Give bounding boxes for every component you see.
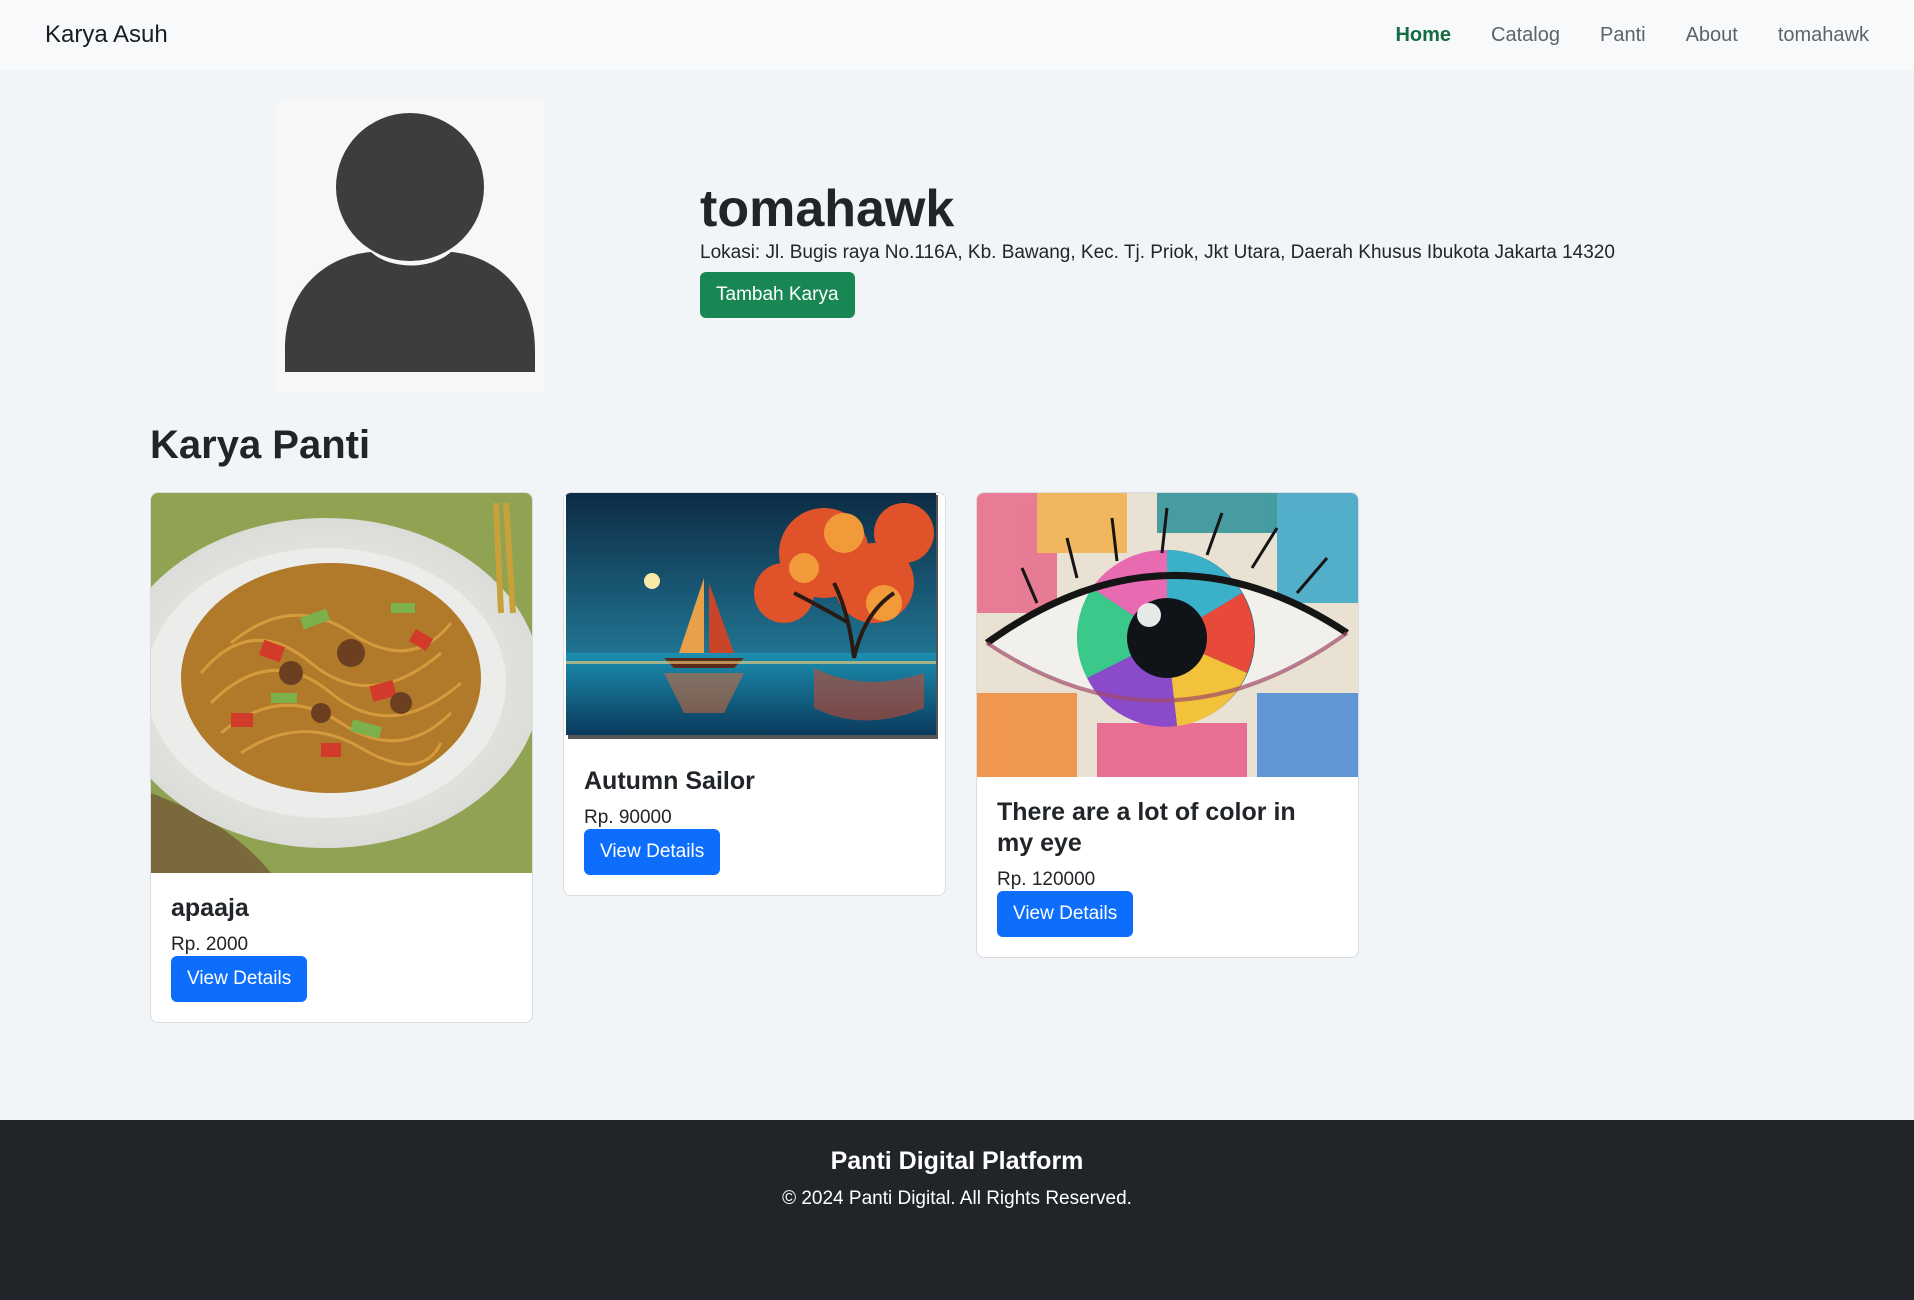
nav-catalog[interactable]: Catalog xyxy=(1471,24,1580,47)
add-artwork-button[interactable]: Tambah Karya xyxy=(700,272,855,318)
view-details-button[interactable]: View Details xyxy=(171,956,308,1002)
colorful-eye-painting-image[interactable] xyxy=(977,493,1358,777)
navbar: Karya Asuh Home Catalog Panti About toma… xyxy=(0,0,1914,70)
view-details-button[interactable]: View Details xyxy=(584,829,721,875)
profile-avatar xyxy=(276,100,544,392)
view-details-button[interactable]: View Details xyxy=(997,891,1134,937)
user-silhouette-icon xyxy=(276,100,544,392)
nav-links: Home Catalog Panti About tomahawk xyxy=(1375,24,1869,47)
nav-about[interactable]: About xyxy=(1666,24,1758,47)
brand-logo[interactable]: Karya Asuh xyxy=(45,21,168,49)
card-price: Rp. 90000 xyxy=(584,807,672,828)
footer-copyright: © 2024 Panti Digital. All Rights Reserve… xyxy=(782,1188,1132,1209)
nav-panti[interactable]: Panti xyxy=(1580,24,1666,47)
nav-home[interactable]: Home xyxy=(1375,24,1471,47)
artwork-card: There are a lot of color in my eye Rp. 1… xyxy=(976,492,1359,958)
card-body: apaaja Rp. 2000 View Details xyxy=(151,873,532,1022)
artwork-card: apaaja Rp. 2000 View Details xyxy=(150,492,533,1023)
section-title: Karya Panti xyxy=(150,423,371,467)
profile-info: tomahawk Lokasi: Jl. Bugis raya No.116A,… xyxy=(700,178,1615,318)
profile-location: Lokasi: Jl. Bugis raya No.116A, Kb. Bawa… xyxy=(700,242,1615,263)
card-title: There are a lot of color in my eye xyxy=(997,798,1296,857)
card-body: There are a lot of color in my eye Rp. 1… xyxy=(977,777,1358,957)
sailboat-painting-image[interactable] xyxy=(564,493,945,746)
card-body: Autumn Sailor Rp. 90000 View Details xyxy=(564,746,945,895)
footer-title: Panti Digital Platform xyxy=(830,1147,1084,1175)
card-price: Rp. 120000 xyxy=(997,869,1096,890)
card-price: Rp. 2000 xyxy=(171,934,249,955)
card-title: Autumn Sailor xyxy=(584,767,755,795)
artwork-card: Autumn Sailor Rp. 90000 View Details xyxy=(563,492,946,896)
card-title: apaaja xyxy=(171,894,249,922)
profile-name: tomahawk xyxy=(700,180,955,238)
footer: Panti Digital Platform © 2024 Panti Digi… xyxy=(0,1120,1914,1300)
nav-user-account[interactable]: tomahawk xyxy=(1758,24,1869,47)
noodle-dish-image[interactable] xyxy=(151,493,532,873)
